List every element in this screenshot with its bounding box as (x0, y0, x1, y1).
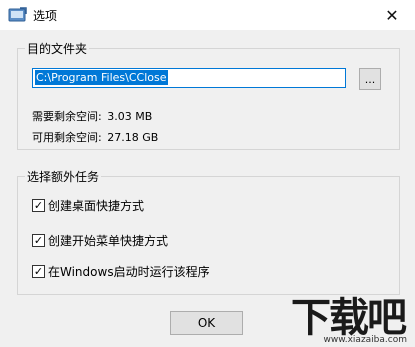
required-space-value: 3.03 MB (107, 110, 153, 123)
browse-button[interactable]: ... (359, 68, 381, 90)
title-bar: 选项 ✕ (0, 0, 415, 30)
ok-button[interactable]: OK (170, 311, 243, 335)
destination-path-input[interactable]: C:\Program Files\CClose (32, 68, 346, 88)
option-label: 在Windows启动时运行该程序 (48, 265, 210, 279)
close-button[interactable]: ✕ (369, 0, 415, 30)
window-title: 选项 (33, 9, 58, 23)
app-icon (8, 7, 27, 22)
option-run-at-startup[interactable]: ✓ 在Windows启动时运行该程序 (32, 263, 210, 280)
available-space-row: 可用剩余空间: 27.18 GB (32, 129, 158, 145)
required-space-label: 需要剩余空间: (32, 110, 102, 123)
checkbox-checked-icon[interactable]: ✓ (32, 265, 45, 278)
available-space-label: 可用剩余空间: (32, 131, 102, 144)
required-space-row: 需要剩余空间: 3.03 MB (32, 108, 152, 124)
watermark-url: www.xiazaiba.com (323, 335, 407, 345)
close-icon: ✕ (385, 5, 399, 25)
extra-tasks-group-title: 选择额外任务 (25, 168, 102, 185)
option-start-menu-shortcut[interactable]: ✓ 创建开始菜单快捷方式 (32, 232, 168, 249)
option-label: 创建桌面快捷方式 (48, 199, 145, 213)
destination-group-title: 目的文件夹 (25, 40, 90, 57)
checkbox-checked-icon[interactable]: ✓ (32, 199, 45, 212)
option-desktop-shortcut[interactable]: ✓ 创建桌面快捷方式 (32, 197, 144, 214)
destination-path-text: C:\Program Files\CClose (35, 70, 168, 85)
available-space-value: 27.18 GB (107, 131, 159, 144)
option-label: 创建开始菜单快捷方式 (48, 234, 169, 248)
checkbox-checked-icon[interactable]: ✓ (32, 234, 45, 247)
